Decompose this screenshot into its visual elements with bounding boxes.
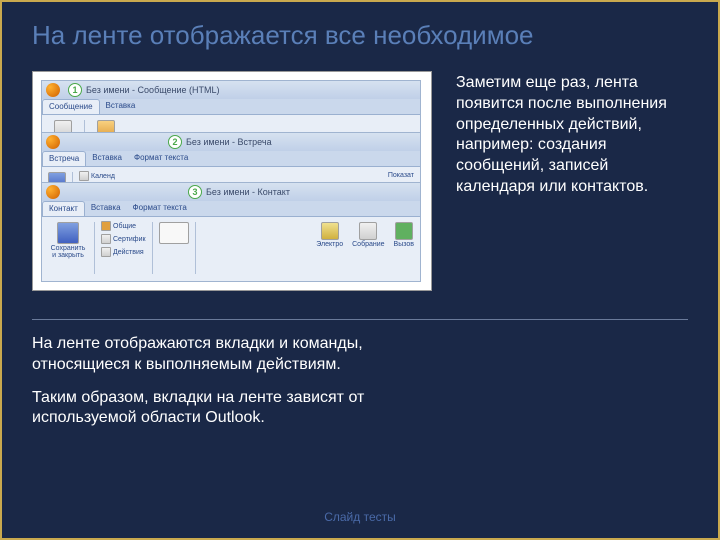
paragraph-2: Таким образом, вкладки на ленте зависят … (2, 388, 442, 442)
badge-1-icon: 1 (68, 83, 82, 97)
cert-icon (101, 234, 111, 244)
meeting-button[interactable]: Собрание (349, 220, 387, 276)
meeting-label: Собрание (352, 241, 384, 248)
badge-2-icon: 2 (168, 135, 182, 149)
calendar-icon (79, 171, 89, 181)
call-button[interactable]: Вызов (391, 220, 417, 276)
save-icon (57, 222, 79, 244)
email-button[interactable]: Электро (313, 220, 346, 276)
save-close-button[interactable]: Сохранить и закрыть (45, 220, 91, 276)
people-icon (359, 222, 377, 240)
card-icon (101, 221, 111, 231)
side-paragraph: Заметим еще раз, лента появится после вы… (432, 71, 688, 291)
tab-insert[interactable]: Вставка (100, 99, 142, 114)
window-caption: Без имени - Контакт (206, 187, 290, 197)
tab-message[interactable]: Сообщение (42, 99, 100, 114)
save-close-label: Сохранить и закрыть (48, 245, 88, 259)
page-title: На ленте отображается все необходимое (2, 2, 718, 61)
tabs-row: Сообщение Вставка (42, 99, 420, 115)
tabs-row: Контакт Вставка Формат текста (42, 201, 420, 217)
titlebar: 1 Без имени - Сообщение (HTML) (42, 81, 420, 99)
call-label: Вызов (394, 241, 414, 248)
actions-icon (101, 247, 111, 257)
mail-icon (321, 222, 339, 240)
paragraph-1: На ленте отображаются вкладки и команды,… (2, 334, 442, 388)
cert-button[interactable]: Сертифик (98, 233, 149, 245)
tab-format[interactable]: Формат текста (128, 151, 194, 166)
office-button-icon[interactable] (46, 185, 60, 199)
calendar-label: Календ (91, 173, 115, 180)
window-caption: Без имени - Сообщение (HTML) (86, 85, 220, 95)
actions-label: Действия (113, 249, 144, 256)
titlebar: 2 Без имени - Встреча (42, 133, 420, 151)
tab-insert[interactable]: Вставка (86, 151, 128, 166)
tab-insert[interactable]: Вставка (85, 201, 127, 216)
general-label: Общие (113, 223, 136, 230)
actions-button[interactable]: Действия (98, 246, 149, 258)
phone-icon (395, 222, 413, 240)
footer-link[interactable]: Слайд тесты (2, 510, 718, 524)
window-caption: Без имени - Встреча (186, 137, 272, 147)
office-button-icon[interactable] (46, 135, 60, 149)
office-button-icon[interactable] (46, 83, 60, 97)
tab-format[interactable]: Формат текста (127, 201, 193, 216)
card-preview (156, 220, 192, 276)
tab-meeting[interactable]: Встреча (42, 151, 86, 166)
content-row: 1 Без имени - Сообщение (HTML) Сообщение… (2, 61, 718, 301)
general-button[interactable]: Общие (98, 220, 149, 232)
bizcard-icon (159, 222, 189, 244)
tab-contact[interactable]: Контакт (42, 201, 85, 216)
ribbon-window-contact: 3 Без имени - Контакт Контакт Вставка Фо… (41, 182, 421, 282)
ribbon-stack: 1 Без имени - Сообщение (HTML) Сообщение… (32, 71, 432, 291)
titlebar: 3 Без имени - Контакт (42, 183, 420, 201)
calendar-button[interactable]: Календ (76, 170, 121, 182)
cert-label: Сертифик (113, 236, 146, 243)
ribbon-body: Сохранить и закрыть Общие Сертифик Дейст… (42, 217, 420, 279)
email-label: Электро (316, 241, 343, 248)
tabs-row: Встреча Вставка Формат текста (42, 151, 420, 167)
divider (32, 319, 688, 320)
badge-3-icon: 3 (188, 185, 202, 199)
